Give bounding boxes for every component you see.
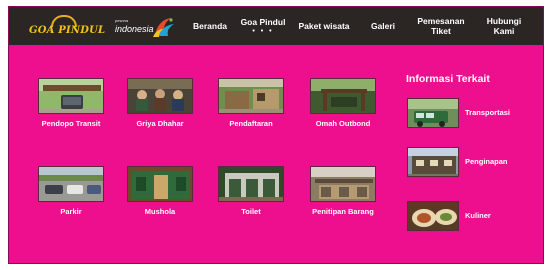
related-item-penginapan[interactable]: Penginapan [407,147,537,179]
facility-card-parkir[interactable]: Parkir [35,166,107,216]
facility-label: Pendaftaran [229,119,273,128]
nav-pemesanan-tiket[interactable]: Pemesanan Tiket [411,7,471,45]
facility-label: Toilet [241,207,261,216]
nav-galeri-label: Galeri [370,21,396,31]
vehicle-photo-icon [407,98,459,128]
facility-label: Mushola [144,207,176,216]
page-frame: GOA PINDUL pesona indonesia Beranda Goa … [8,6,544,264]
partner-small-text: pesona [115,18,129,23]
food-photo-icon [407,201,459,231]
nav-pemesanan-tiket-label: Pemesanan Tiket [417,16,465,36]
restaurant-photo-icon [127,78,193,114]
outbound-photo-icon [310,78,376,114]
facility-card-mushola[interactable]: Mushola [124,166,196,216]
goa-pindul-logo[interactable]: GOA PINDUL [29,15,106,39]
facility-card-omah-outbond[interactable]: Omah Outbond [307,78,379,128]
top-navbar: GOA PINDUL pesona indonesia Beranda Goa … [9,7,543,45]
facility-card-toilet[interactable]: Toilet [215,166,287,216]
related-item-transportasi[interactable]: Transportasi [407,98,537,130]
nav-paket-wisata[interactable]: Paket wisata [293,7,355,45]
nav-hubungi-kami-label: Hubungi Kami [486,16,522,36]
pendopo-photo-icon [38,78,104,114]
prayer-room-photo-icon [127,166,193,202]
nav-goa-pindul-label: Goa Pindul [240,16,286,27]
logo-text: GOA PINDUL [29,25,106,36]
storage-photo-icon [310,166,376,202]
related-item-label: Kuliner [465,211,491,220]
facility-card-pendopo-transit[interactable]: Pendopo Transit [35,78,107,128]
related-item-label: Transportasi [465,108,511,117]
facility-card-pendaftaran[interactable]: Pendaftaran [215,78,287,128]
facility-label: Griya Dhahar [136,119,184,128]
nav-galeri[interactable]: Galeri [361,7,405,45]
nav-hubungi-kami[interactable]: Hubungi Kami [479,7,529,45]
nav-beranda-label: Beranda [192,21,227,31]
facility-card-griya-dhahar[interactable]: Griya Dhahar [124,78,196,128]
pesona-indonesia-logo: pesona indonesia [113,15,177,39]
dropdown-dots-icon: • • • [252,27,274,35]
parking-photo-icon [38,166,104,202]
partner-name-text: indonesia [115,24,154,34]
related-info-title: Informasi Terkait [406,73,490,85]
nav-beranda[interactable]: Beranda [185,7,235,45]
garuda-emblem-icon [153,18,174,37]
facility-label: Omah Outbond [315,119,371,128]
related-item-label: Penginapan [465,157,508,166]
nav-goa-pindul[interactable]: Goa Pindul • • • [235,7,291,45]
nav-paket-wisata-label: Paket wisata [298,21,350,31]
facility-label: Pendopo Transit [41,119,101,128]
registration-photo-icon [218,78,284,114]
facility-label: Parkir [60,207,82,216]
toilet-photo-icon [218,166,284,202]
related-item-kuliner[interactable]: Kuliner [407,201,537,233]
facility-label: Penitipan Barang [312,207,374,216]
lodging-photo-icon [407,147,459,177]
facility-card-penitipan-barang[interactable]: Penitipan Barang [307,166,379,216]
